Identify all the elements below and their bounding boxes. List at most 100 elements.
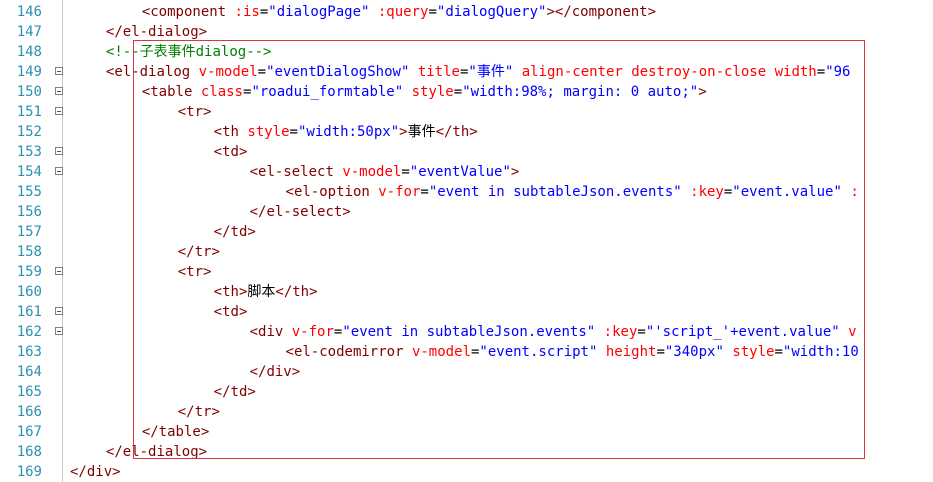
line-number: 148 <box>16 44 42 60</box>
code-line[interactable]: 159 <tr> <box>0 262 933 282</box>
code-token: "event in subtableJson.events" <box>342 324 596 340</box>
code-token: "dialogPage" <box>268 4 370 20</box>
code-line[interactable]: 163 <el-codemirror v-model = "event.script"… <box>0 342 933 362</box>
code-line[interactable]: 147 </el-dialog> <box>0 22 933 42</box>
code-text: </el-dialog> <box>106 442 207 462</box>
line-number: 159 <box>16 264 42 280</box>
code-line[interactable]: 157 </td> <box>0 222 933 242</box>
fold-toggle[interactable] <box>52 302 68 322</box>
code-text: </table> <box>142 422 209 442</box>
code-line[interactable]: 150 <table class = "roadui_formtable" style… <box>0 82 933 102</box>
code-line[interactable]: 152 <th style="width:50px">事件</th> <box>0 122 933 142</box>
line-number: 161 <box>16 304 42 320</box>
code-line[interactable]: 162 <div v-for = "event in subtableJson.eve… <box>0 322 933 342</box>
code-token: 脚本 <box>247 284 276 300</box>
code-token: > <box>399 124 408 140</box>
code-token: <td> <box>213 144 248 160</box>
line-number: 163 <box>16 344 42 360</box>
fold-toggle[interactable] <box>52 162 68 182</box>
line-number: 167 <box>16 424 42 440</box>
code-token: "event.value" <box>732 184 842 200</box>
code-token: v-for <box>291 324 334 340</box>
code-token: <component <box>141 4 235 20</box>
code-token: <!--子表事件dialog--> <box>105 44 272 60</box>
code-line[interactable]: 154 <el-select v-model="eventValue"> <box>0 162 933 182</box>
code-line[interactable]: 167 </table> <box>0 422 933 442</box>
code-token: = <box>816 64 826 80</box>
code-token: </tr> <box>177 244 220 260</box>
fold-toggle[interactable] <box>52 82 68 102</box>
code-text: <el-dialog v-model="eventDialogShow" tit… <box>106 62 851 82</box>
code-token: = <box>656 344 665 360</box>
code-token: 事件 <box>407 124 436 140</box>
code-text: </el-select> <box>250 202 351 222</box>
code-token: "dialogQuery" <box>436 4 547 20</box>
line-number: 165 <box>16 384 42 400</box>
code-text: <td> <box>214 142 248 162</box>
code-token: title <box>417 64 460 80</box>
code-text: <component :is="dialogPage" :query="dial… <box>142 2 656 22</box>
code-token: v-model <box>342 164 402 180</box>
code-line[interactable]: 158 </tr> <box>0 242 933 262</box>
collapse-icon <box>55 327 63 335</box>
code-line[interactable]: 161 <td> <box>0 302 933 322</box>
code-token: style <box>732 344 775 360</box>
fold-toggle[interactable] <box>52 62 68 82</box>
code-text: </div> <box>70 462 121 482</box>
collapse-icon <box>55 307 63 315</box>
code-token: class <box>200 84 243 100</box>
code-token: align-center <box>521 64 623 80</box>
line-number: 162 <box>16 324 42 340</box>
code-text: <div v-for = "event in subtableJson.events… <box>250 322 857 342</box>
fold-toggle[interactable] <box>52 322 68 342</box>
code-token: v-model <box>411 344 471 360</box>
code-token: = <box>401 164 410 180</box>
code-token: :is <box>234 4 260 20</box>
code-text: </tr> <box>178 242 220 262</box>
code-line[interactable]: 155 <el-option v-for="event in subtableJs… <box>0 182 933 202</box>
code-token: :key <box>690 184 724 200</box>
code-line[interactable]: 166 </tr> <box>0 402 933 422</box>
code-token: </table> <box>141 424 210 440</box>
code-token: </td> <box>213 224 256 240</box>
fold-toggle[interactable] <box>52 102 68 122</box>
code-line[interactable]: 168 </el-dialog> <box>0 442 933 462</box>
code-token: height <box>605 344 657 360</box>
code-token: <tr> <box>177 264 212 280</box>
code-line[interactable]: 146 <component :is="dialogPage" :query="d… <box>0 2 933 22</box>
code-editor[interactable]: 146 <component :is="dialogPage" :query="d… <box>0 0 933 482</box>
fold-toggle[interactable] <box>52 142 68 162</box>
code-line[interactable]: 156 </el-select> <box>0 202 933 222</box>
code-token: </td> <box>213 384 256 400</box>
code-line[interactable]: 151 <tr> <box>0 102 933 122</box>
line-number: 166 <box>16 404 42 420</box>
line-number: 147 <box>16 24 42 40</box>
code-token: = <box>428 4 437 20</box>
code-token: width <box>774 64 817 80</box>
code-line[interactable]: 164 </div> <box>0 362 933 382</box>
code-token: </th> <box>435 124 478 140</box>
code-token: "event.script" <box>479 344 598 360</box>
code-token: <table <box>141 84 201 100</box>
code-line[interactable]: 160 <th>脚本</th> <box>0 282 933 302</box>
code-token: <th <box>213 124 248 140</box>
code-token: destroy-on-close <box>631 64 767 80</box>
code-line[interactable]: 165 </td> <box>0 382 933 402</box>
code-text: </td> <box>214 222 256 242</box>
code-token: "eventDialogShow" <box>266 64 410 80</box>
line-number: 169 <box>16 464 42 480</box>
code-line[interactable]: 169 </div> <box>0 462 933 482</box>
code-text: <td> <box>214 302 248 322</box>
fold-toggle[interactable] <box>52 262 68 282</box>
line-number: 149 <box>16 64 42 80</box>
code-token: <td> <box>213 304 248 320</box>
code-token: </el-select> <box>249 204 351 220</box>
code-line[interactable]: 149 <el-dialog v-model="eventDialogShow" … <box>0 62 933 82</box>
code-line[interactable]: 148 <!--子表事件dialog--> <box>0 42 933 62</box>
code-line[interactable]: 153 <td> <box>0 142 933 162</box>
code-token: "340px" <box>664 344 724 360</box>
code-token: </el-dialog> <box>105 24 208 40</box>
